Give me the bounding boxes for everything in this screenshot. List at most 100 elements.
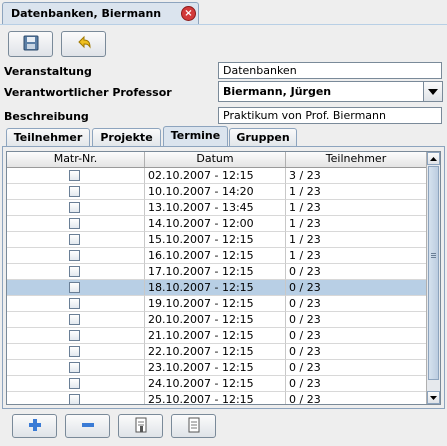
matrnr-cell	[7, 328, 145, 344]
table-row[interactable]: 23.10.2007 - 12:15 0 / 23	[7, 360, 427, 376]
row-checkbox[interactable]	[69, 202, 80, 213]
matrnr-cell	[7, 392, 145, 404]
matrnr-cell	[7, 184, 145, 200]
table-row[interactable]: 14.10.2007 - 12:00 1 / 23	[7, 216, 427, 232]
table-row[interactable]: 10.10.2007 - 14:20 1 / 23	[7, 184, 427, 200]
row-checkbox[interactable]	[69, 362, 80, 373]
undo-button[interactable]	[61, 31, 106, 57]
row-checkbox[interactable]	[69, 330, 80, 341]
table-row[interactable]: 19.10.2007 - 12:15 0 / 23	[7, 296, 427, 312]
tab-label: Projekte	[100, 131, 153, 144]
table-row[interactable]: 13.10.2007 - 13:45 1 / 23	[7, 200, 427, 216]
matrnr-cell	[7, 200, 145, 216]
tab-label: Gruppen	[236, 131, 290, 144]
table-row[interactable]: 02.10.2007 - 12:15 3 / 23	[7, 168, 427, 184]
table-row[interactable]: 24.10.2007 - 12:15 0 / 23	[7, 376, 427, 392]
teilnehmer-cell: 0 / 23	[286, 376, 427, 392]
chevron-down-icon[interactable]	[423, 82, 442, 101]
document-tab[interactable]: Datenbanken, Biermann ×	[2, 2, 199, 24]
tab-termine[interactable]: Termine	[163, 126, 228, 147]
row-checkbox[interactable]	[69, 234, 80, 245]
veranstaltung-field[interactable]: Datenbanken	[218, 62, 442, 79]
datum-cell: 21.10.2007 - 12:15	[145, 328, 286, 344]
teilnehmer-cell: 0 / 23	[286, 296, 427, 312]
row-checkbox[interactable]	[69, 186, 80, 197]
datum-cell: 19.10.2007 - 12:15	[145, 296, 286, 312]
document-button[interactable]	[171, 414, 216, 438]
close-icon[interactable]: ×	[181, 6, 196, 21]
datum-cell: 24.10.2007 - 12:15	[145, 376, 286, 392]
column-header-matrnr[interactable]: Matr-Nr.	[7, 152, 145, 167]
row-checkbox[interactable]	[69, 170, 80, 181]
datum-cell: 02.10.2007 - 12:15	[145, 168, 286, 184]
datum-cell: 23.10.2007 - 12:15	[145, 360, 286, 376]
tab-label: Termine	[170, 129, 221, 142]
document-tab-bar: Datenbanken, Biermann ×	[0, 0, 447, 25]
datum-cell: 13.10.2007 - 13:45	[145, 200, 286, 216]
table-row[interactable]: 21.10.2007 - 12:15 0 / 23	[7, 328, 427, 344]
tab-gruppen[interactable]: Gruppen	[229, 128, 297, 146]
remove-icon	[81, 418, 95, 435]
row-checkbox[interactable]	[69, 266, 80, 277]
undo-icon	[75, 34, 93, 55]
datum-cell: 16.10.2007 - 12:15	[145, 248, 286, 264]
scrollbar-thumb[interactable]	[428, 166, 439, 380]
teilnehmer-cell: 0 / 23	[286, 264, 427, 280]
matrnr-cell	[7, 376, 145, 392]
teilnehmer-cell: 1 / 23	[286, 248, 427, 264]
datum-cell: 20.10.2007 - 12:15	[145, 312, 286, 328]
table-row[interactable]: 17.10.2007 - 12:15 0 / 23	[7, 264, 427, 280]
edit-button[interactable]	[118, 414, 163, 438]
matrnr-cell	[7, 216, 145, 232]
table-row[interactable]: 20.10.2007 - 12:15 0 / 23	[7, 312, 427, 328]
table-body: 02.10.2007 - 12:15 3 / 23 10.10.2007 - 14:…	[7, 168, 427, 404]
add-icon	[28, 418, 42, 435]
beschreibung-field[interactable]: Praktikum von Prof. Biermann	[218, 107, 442, 124]
row-checkbox[interactable]	[69, 378, 80, 389]
table-row[interactable]: 16.10.2007 - 12:15 1 / 23	[7, 248, 427, 264]
row-checkbox[interactable]	[69, 250, 80, 261]
termine-table: Matr-Nr. Datum Teilnehmer 02.10.2007 - 1…	[6, 151, 441, 405]
table-header: Matr-Nr. Datum Teilnehmer	[7, 152, 427, 168]
tab-teilnehmer[interactable]: Teilnehmer	[6, 128, 90, 146]
add-button[interactable]	[12, 414, 57, 438]
row-checkbox[interactable]	[69, 394, 80, 404]
matrnr-cell	[7, 280, 145, 296]
row-checkbox[interactable]	[69, 218, 80, 229]
matrnr-cell	[7, 168, 145, 184]
professor-label: Verantwortlicher Professor	[4, 86, 172, 99]
document-tab-title: Datenbanken, Biermann	[11, 7, 162, 20]
table-row[interactable]: 25.10.2007 - 12:15 0 / 23	[7, 392, 427, 404]
matrnr-cell	[7, 232, 145, 248]
datum-cell: 17.10.2007 - 12:15	[145, 264, 286, 280]
table-row[interactable]: 15.10.2007 - 12:15 1 / 23	[7, 232, 427, 248]
teilnehmer-cell: 1 / 23	[286, 216, 427, 232]
table-row[interactable]: 22.10.2007 - 12:15 0 / 23	[7, 344, 427, 360]
matrnr-cell	[7, 344, 145, 360]
save-button[interactable]	[8, 31, 53, 57]
row-checkbox[interactable]	[69, 346, 80, 357]
row-checkbox[interactable]	[69, 282, 80, 293]
teilnehmer-cell: 0 / 23	[286, 280, 427, 296]
teilnehmer-cell: 1 / 23	[286, 200, 427, 216]
teilnehmer-cell: 1 / 23	[286, 184, 427, 200]
table-row[interactable]: 18.10.2007 - 12:15 0 / 23	[7, 280, 427, 296]
datum-cell: 14.10.2007 - 12:00	[145, 216, 286, 232]
datum-cell: 18.10.2007 - 12:15	[145, 280, 286, 296]
document-icon	[187, 417, 201, 436]
teilnehmer-cell: 0 / 23	[286, 328, 427, 344]
save-icon	[22, 34, 40, 55]
scroll-down-icon[interactable]	[427, 391, 440, 404]
row-checkbox[interactable]	[69, 314, 80, 325]
datum-cell: 22.10.2007 - 12:15	[145, 344, 286, 360]
scroll-up-icon[interactable]	[427, 152, 440, 165]
professor-combobox[interactable]: Biermann, Jürgen	[218, 81, 443, 102]
teilnehmer-cell: 0 / 23	[286, 360, 427, 376]
tab-projekte[interactable]: Projekte	[92, 128, 161, 146]
professor-value: Biermann, Jürgen	[223, 85, 332, 98]
column-header-teilnehmer[interactable]: Teilnehmer	[286, 152, 427, 167]
remove-button[interactable]	[65, 414, 110, 438]
column-header-datum[interactable]: Datum	[145, 152, 286, 167]
vertical-scrollbar[interactable]	[426, 152, 440, 404]
row-checkbox[interactable]	[69, 298, 80, 309]
